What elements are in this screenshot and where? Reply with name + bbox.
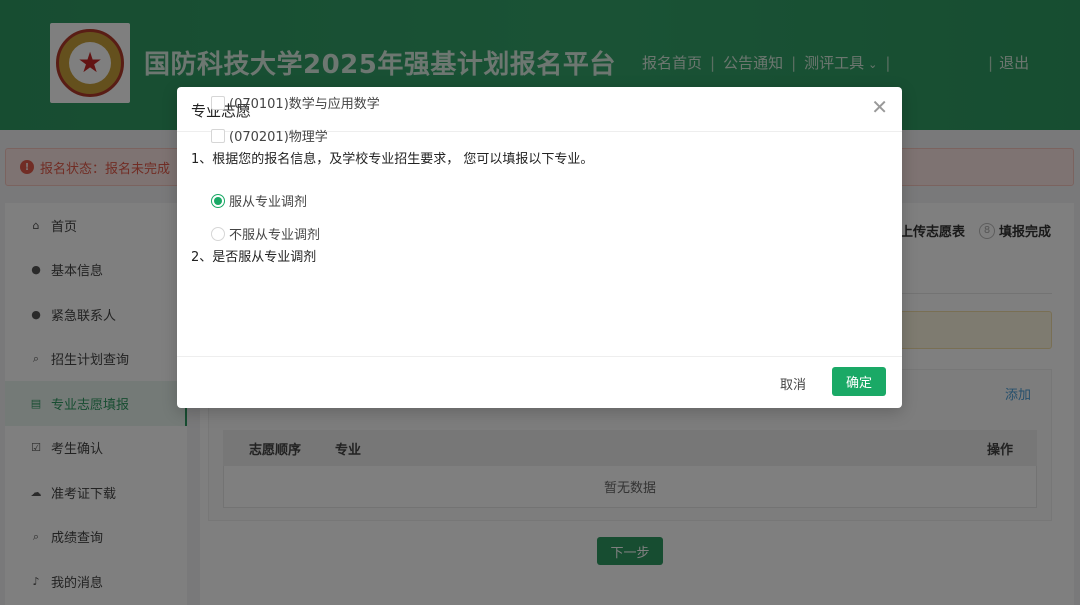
option-label: (070201)物理学 [229, 130, 328, 145]
radio-icon[interactable] [211, 193, 225, 208]
question-1: 1、根据您的报名信息，及学校专业招生要求， 您可以填报以下专业。 [191, 152, 594, 167]
question-2: 2、是否服从专业调剂 [191, 250, 317, 265]
confirm-button[interactable]: 确定 [832, 367, 886, 396]
checkbox-icon[interactable] [211, 95, 225, 110]
major-option-physics[interactable]: (070201)物理学 [211, 126, 328, 145]
dialog-body: 1、根据您的报名信息，及学校专业招生要求， 您可以填报以下专业。 (070101… [177, 95, 902, 357]
checkbox-icon[interactable] [211, 128, 225, 143]
cancel-button[interactable]: 取消 [772, 369, 814, 397]
adjust-option-accept[interactable]: 服从专业调剂 [211, 191, 307, 210]
adjust-option-decline[interactable]: 不服从专业调剂 [211, 224, 320, 243]
option-label: (070101)数学与应用数学 [229, 97, 380, 112]
option-label: 不服从专业调剂 [229, 228, 321, 243]
close-icon[interactable]: ✕ [871, 97, 888, 117]
radio-icon[interactable] [211, 226, 225, 241]
option-label: 服从专业调剂 [229, 195, 308, 210]
major-preference-dialog: 专业志愿 ✕ 1、根据您的报名信息，及学校专业招生要求， 您可以填报以下专业。 … [177, 87, 902, 408]
major-option-math[interactable]: (070101)数学与应用数学 [211, 93, 380, 112]
dialog-footer: 取消 确定 [177, 357, 902, 407]
